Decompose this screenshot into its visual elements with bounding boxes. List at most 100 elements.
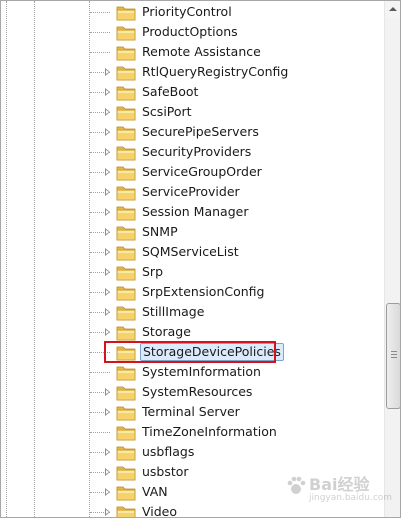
tree-item[interactable]: Remote Assistance	[1, 42, 384, 62]
tree-item-label: VAN	[142, 484, 168, 499]
expand-arrow-icon[interactable]	[105, 508, 110, 516]
tree-item[interactable]: Srp	[1, 262, 384, 282]
folder-icon	[116, 384, 137, 401]
folder-icon	[116, 324, 137, 341]
tree-item[interactable]: Terminal Server	[1, 402, 384, 422]
tree-connector-line	[90, 352, 110, 353]
registry-key-tree: PriorityControl ProductOptions Remote Assi…	[1, 1, 384, 518]
tree-item-label: TimeZoneInformation	[142, 424, 277, 439]
expand-arrow-icon[interactable]	[105, 68, 110, 76]
tree-connector-line	[90, 372, 110, 373]
folder-icon	[116, 104, 137, 121]
folder-icon	[116, 504, 137, 517]
tree-item[interactable]: SNMP	[1, 222, 384, 242]
tree-item-label: SrpExtensionConfig	[142, 284, 265, 299]
expand-arrow-icon[interactable]	[105, 308, 110, 316]
expand-arrow-icon[interactable]	[105, 208, 110, 216]
tree-item[interactable]: ScsiPort	[1, 102, 384, 122]
tree-item[interactable]: SrpExtensionConfig	[1, 282, 384, 302]
folder-icon	[116, 44, 137, 61]
folder-icon	[116, 344, 137, 361]
tree-item[interactable]: SQMServiceList	[1, 242, 384, 262]
registry-editor-tree-pane: PriorityControl ProductOptions Remote Assi…	[0, 0, 401, 518]
tree-connector-line	[90, 52, 110, 53]
tree-item-label: Video	[142, 504, 178, 518]
folder-icon	[116, 124, 137, 141]
expand-arrow-icon[interactable]	[105, 388, 110, 396]
folder-icon	[116, 264, 137, 281]
tree-item-label: ServiceProvider	[142, 184, 240, 199]
expand-arrow-icon[interactable]	[105, 448, 110, 456]
tree-item-label: ServiceGroupOrder	[142, 164, 262, 179]
tree-item[interactable]: VAN	[1, 482, 384, 502]
tree-item-label: SNMP	[142, 224, 178, 239]
expand-arrow-icon[interactable]	[105, 288, 110, 296]
tree-item[interactable]: SecurePipeServers	[1, 122, 384, 142]
tree-item[interactable]: SystemResources	[1, 382, 384, 402]
tree-item[interactable]: RtlQueryRegistryConfig	[1, 62, 384, 82]
folder-icon	[116, 404, 137, 421]
tree-item-label: Terminal Server	[142, 404, 240, 419]
expand-arrow-icon[interactable]	[105, 328, 110, 336]
tree-item-label: Session Manager	[142, 204, 249, 219]
tree-item[interactable]: StorageDevicePolicies	[1, 342, 384, 362]
folder-icon	[116, 84, 137, 101]
expand-arrow-icon[interactable]	[105, 408, 110, 416]
vertical-scrollbar[interactable]	[384, 1, 400, 517]
expand-arrow-icon[interactable]	[105, 188, 110, 196]
tree-item-label: ProductOptions	[142, 24, 238, 39]
expand-arrow-icon[interactable]	[105, 108, 110, 116]
expand-arrow-icon[interactable]	[105, 248, 110, 256]
tree-item[interactable]: Session Manager	[1, 202, 384, 222]
expand-arrow-icon[interactable]	[105, 488, 110, 496]
expand-arrow-icon[interactable]	[105, 168, 110, 176]
tree-item[interactable]: Storage	[1, 322, 384, 342]
tree-item-label: RtlQueryRegistryConfig	[142, 64, 289, 79]
folder-icon	[116, 284, 137, 301]
tree-connector-line	[90, 32, 110, 33]
tree-item[interactable]: usbflags	[1, 442, 384, 462]
tree-item[interactable]: SafeBoot	[1, 82, 384, 102]
grip-line	[391, 357, 397, 358]
tree-item[interactable]: usbstor	[1, 462, 384, 482]
tree-item[interactable]: PriorityControl	[1, 2, 384, 22]
tree-item-label: SystemInformation	[142, 364, 261, 379]
tree-item[interactable]: ServiceGroupOrder	[1, 162, 384, 182]
folder-icon	[116, 304, 137, 321]
folder-icon	[116, 144, 137, 161]
tree-item[interactable]: ProductOptions	[1, 22, 384, 42]
folder-icon	[116, 444, 137, 461]
tree-item-label: SafeBoot	[142, 84, 199, 99]
expand-arrow-icon[interactable]	[105, 148, 110, 156]
folder-icon	[116, 164, 137, 181]
tree-item-label: Remote Assistance	[142, 44, 261, 59]
folder-icon	[116, 4, 137, 21]
folder-icon	[116, 364, 137, 381]
folder-icon	[116, 464, 137, 481]
tree-item-label: usbflags	[142, 444, 195, 459]
tree-connector-line	[90, 12, 110, 13]
folder-icon	[116, 184, 137, 201]
grip-line	[391, 351, 397, 352]
tree-item-label: StillImage	[142, 304, 205, 319]
tree-item[interactable]: SystemInformation	[1, 362, 384, 382]
tree-item-label: usbstor	[142, 464, 189, 479]
expand-arrow-icon[interactable]	[105, 88, 110, 96]
tree-item[interactable]: SecurityProviders	[1, 142, 384, 162]
scroll-up-arrow-icon[interactable]	[385, 1, 400, 18]
expand-arrow-icon[interactable]	[105, 228, 110, 236]
tree-item[interactable]: Video	[1, 502, 384, 518]
folder-icon	[116, 424, 137, 441]
tree-item[interactable]: StillImage	[1, 302, 384, 322]
grip-line	[391, 354, 397, 355]
tree-item[interactable]: ServiceProvider	[1, 182, 384, 202]
tree-item[interactable]: TimeZoneInformation	[1, 422, 384, 442]
tree-item-label: SecurePipeServers	[142, 124, 259, 139]
tree-connector-line	[90, 432, 110, 433]
scrollbar-thumb[interactable]	[386, 303, 400, 409]
tree-item-label: StorageDevicePolicies	[140, 343, 284, 361]
expand-arrow-icon[interactable]	[105, 128, 110, 136]
tree-item-label: PriorityControl	[142, 4, 232, 19]
expand-arrow-icon[interactable]	[105, 468, 110, 476]
expand-arrow-icon[interactable]	[105, 268, 110, 276]
